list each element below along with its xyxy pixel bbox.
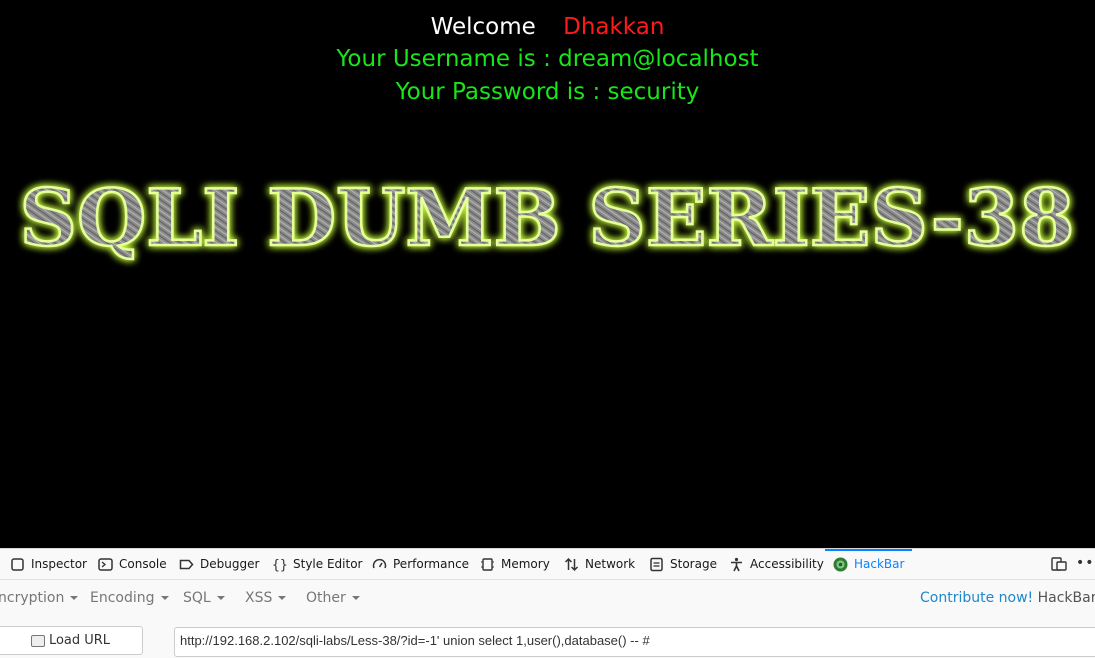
welcome-name: Dhakkan bbox=[563, 14, 665, 40]
tab-label: Accessibility bbox=[750, 557, 824, 571]
svg-text:{}: {} bbox=[272, 558, 287, 572]
username-line: Your Username is : dream@localhost bbox=[336, 46, 759, 72]
tab-performance[interactable]: Performance bbox=[372, 549, 469, 579]
debugger-icon bbox=[179, 557, 194, 572]
caret-down-icon bbox=[160, 596, 169, 600]
memory-icon bbox=[480, 557, 495, 572]
load-url-icon bbox=[30, 634, 45, 647]
contribute-area: Contribute now! HackBar v2 bbox=[920, 590, 1095, 606]
tab-label: Memory bbox=[501, 557, 550, 571]
tab-label: Debugger bbox=[200, 557, 260, 571]
inspector-icon bbox=[10, 557, 25, 572]
responsive-design-icon[interactable] bbox=[1051, 556, 1067, 576]
menu-sql[interactable]: SQL bbox=[183, 590, 225, 606]
tab-label: HackBar bbox=[854, 557, 905, 571]
page-content: Welcome Dhakkan Your Username is : dream… bbox=[0, 0, 1095, 548]
devtools-tab-bar: Inspector Console Debugger {} Style Edit… bbox=[0, 549, 1095, 580]
menu-label: XSS bbox=[245, 590, 273, 606]
tab-memory[interactable]: Memory bbox=[480, 549, 550, 579]
accessibility-icon bbox=[729, 557, 744, 572]
tab-label: Inspector bbox=[31, 557, 87, 571]
password-line: Your Password is : security bbox=[395, 79, 700, 105]
menu-label: Other bbox=[306, 590, 346, 606]
tab-label: Network bbox=[585, 557, 636, 571]
caret-down-icon bbox=[278, 596, 287, 600]
tab-style-editor[interactable]: {} Style Editor bbox=[272, 549, 362, 579]
more-options-icon[interactable]: ••• bbox=[1076, 555, 1095, 571]
caret-down-icon bbox=[70, 596, 79, 600]
hackbar-toolbar: ncryption Encoding SQL XSS Other Contrib… bbox=[0, 580, 1095, 618]
contribute-link[interactable]: Contribute now! bbox=[920, 590, 1033, 606]
performance-icon bbox=[372, 557, 387, 572]
menu-label: ncryption bbox=[0, 590, 65, 606]
tab-inspector[interactable]: Inspector bbox=[10, 549, 87, 579]
tab-accessibility[interactable]: Accessibility bbox=[729, 549, 824, 579]
tab-debugger[interactable]: Debugger bbox=[179, 549, 259, 579]
hackbar-version: HackBar v2 bbox=[1037, 590, 1095, 606]
menu-label: Encoding bbox=[90, 590, 155, 606]
url-input[interactable]: http://192.168.2.102/sqli-labs/Less-38/?… bbox=[174, 627, 1095, 657]
tab-label: Storage bbox=[670, 557, 717, 571]
tab-label: Style Editor bbox=[293, 557, 363, 571]
menu-xss[interactable]: XSS bbox=[245, 590, 287, 606]
console-icon bbox=[98, 557, 113, 572]
tab-storage[interactable]: Storage bbox=[649, 549, 717, 579]
storage-icon bbox=[649, 557, 664, 572]
devtools-panel: Inspector Console Debugger {} Style Edit… bbox=[0, 548, 1095, 658]
banner-text: SQLI DUMB SERIES-38 bbox=[20, 173, 1075, 264]
hackbar-icon bbox=[833, 557, 848, 572]
tab-label: Console bbox=[119, 557, 167, 571]
caret-down-icon bbox=[216, 596, 225, 600]
tab-hackbar[interactable]: HackBar bbox=[824, 549, 913, 579]
caret-down-icon bbox=[351, 596, 360, 600]
menu-label: SQL bbox=[183, 590, 211, 606]
tab-console[interactable]: Console bbox=[98, 549, 167, 579]
menu-encoding[interactable]: Encoding bbox=[90, 590, 169, 606]
tab-network[interactable]: Network bbox=[564, 549, 635, 579]
menu-encryption[interactable]: ncryption bbox=[0, 590, 79, 606]
sqli-banner: SQLI DUMB SERIES-38 bbox=[10, 170, 1085, 270]
load-url-button[interactable]: Load URL bbox=[0, 626, 143, 655]
welcome-line: Welcome Dhakkan bbox=[0, 12, 1095, 42]
style-editor-icon: {} bbox=[272, 557, 288, 573]
menu-other[interactable]: Other bbox=[306, 590, 360, 606]
tab-label: Performance bbox=[393, 557, 470, 571]
network-icon bbox=[564, 557, 579, 572]
load-url-label: Load URL bbox=[48, 633, 111, 648]
welcome-label: Welcome bbox=[430, 14, 536, 40]
